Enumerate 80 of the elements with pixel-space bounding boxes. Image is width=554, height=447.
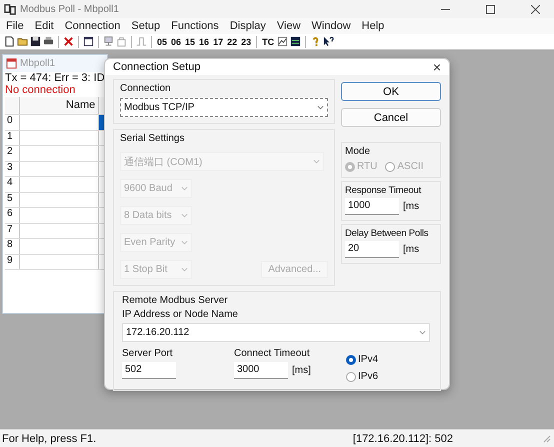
connection-dropdown[interactable]: Modbus TCP/IP bbox=[120, 98, 328, 117]
response-timeout-field[interactable]: 1000 bbox=[345, 198, 399, 215]
column-header: Name bbox=[20, 97, 100, 114]
delete-icon[interactable] bbox=[63, 36, 74, 47]
open-folder-icon[interactable] bbox=[17, 36, 28, 47]
connection-error: No connection bbox=[5, 84, 76, 96]
group-label: Response Timeout bbox=[345, 185, 422, 196]
delay-field[interactable]: 20 bbox=[345, 241, 399, 258]
row-number: 7 bbox=[5, 224, 20, 238]
function-code-button[interactable]: 23 bbox=[240, 36, 252, 46]
chevron-icon bbox=[181, 267, 188, 272]
app-icon bbox=[4, 2, 17, 16]
dialog-button[interactable]: OK bbox=[341, 82, 441, 101]
unit-label: [ms] bbox=[292, 365, 311, 376]
function-code-button[interactable]: 06 bbox=[170, 36, 182, 46]
save-icon[interactable] bbox=[30, 36, 41, 47]
dialog-title: Connection Setup bbox=[113, 61, 200, 73]
row-number: 8 bbox=[5, 239, 20, 254]
chevron-icon bbox=[181, 213, 188, 218]
group-label: Remote Modbus Server bbox=[122, 295, 229, 306]
window-title: Modbus Poll - Mbpoll1 bbox=[20, 4, 119, 14]
printer-icon[interactable] bbox=[43, 36, 54, 47]
group-label: Delay Between Polls bbox=[345, 228, 430, 239]
document-icon bbox=[6, 58, 17, 69]
connect-timeout-field[interactable]: 3000 bbox=[234, 362, 288, 379]
menu-item[interactable]: Setup bbox=[131, 20, 160, 32]
group-label: Serial Settings bbox=[120, 133, 186, 144]
close-button[interactable]: × bbox=[432, 59, 441, 75]
function-code-button[interactable]: 15 bbox=[184, 36, 196, 46]
field-label: Server Port bbox=[122, 348, 174, 359]
child-window-title: Mbpoll1 bbox=[20, 58, 56, 69]
unit-label: [ms bbox=[403, 244, 420, 255]
unit-label: [ms bbox=[403, 201, 420, 212]
chart-icon[interactable] bbox=[277, 36, 288, 47]
function-code-button[interactable]: 05 bbox=[156, 36, 168, 46]
group-label: Mode bbox=[345, 146, 372, 157]
chevron-icon bbox=[313, 159, 320, 164]
dialog-button[interactable]: Cancel bbox=[341, 108, 441, 127]
server-port-field[interactable]: 502 bbox=[122, 362, 176, 379]
menu-item[interactable]: Connection bbox=[64, 20, 120, 32]
function-code-button[interactable]: 22 bbox=[226, 36, 238, 46]
monitor-icon[interactable] bbox=[290, 36, 302, 47]
menu-item[interactable]: Edit bbox=[34, 20, 54, 32]
chevron-icon bbox=[317, 105, 324, 110]
context-help-icon[interactable] bbox=[323, 36, 334, 47]
chevron-icon bbox=[419, 330, 426, 335]
window-icon[interactable] bbox=[83, 36, 94, 47]
row-number: 4 bbox=[5, 177, 20, 192]
menu-item[interactable]: View bbox=[276, 20, 301, 32]
resize-grip-icon[interactable] bbox=[543, 434, 551, 442]
ip-version-radio[interactable]: IPv6 bbox=[346, 371, 378, 382]
menu-item[interactable]: Functions bbox=[171, 20, 219, 32]
maximize-icon[interactable] bbox=[486, 4, 495, 14]
field-label: IP Address or Node Name bbox=[122, 309, 239, 320]
row-number: 0 bbox=[5, 115, 20, 130]
row-number: 9 bbox=[5, 254, 20, 269]
group-label: Connection bbox=[120, 83, 172, 94]
menu-item[interactable]: Display bbox=[230, 20, 266, 32]
connect-icon[interactable] bbox=[103, 36, 114, 47]
ip-version-radio[interactable]: IPv4 bbox=[346, 354, 378, 365]
close-icon[interactable] bbox=[531, 4, 540, 14]
function-code-button[interactable]: 16 bbox=[198, 36, 210, 46]
function-code-button[interactable]: 17 bbox=[212, 36, 224, 46]
tc-button[interactable]: TC bbox=[261, 36, 276, 46]
new-file-icon[interactable] bbox=[4, 36, 15, 47]
field-label: Connect Timeout bbox=[234, 348, 311, 359]
menu-item[interactable]: Window bbox=[312, 20, 351, 32]
row-number: 3 bbox=[5, 162, 20, 176]
menu-item[interactable]: File bbox=[6, 20, 24, 32]
ip-address-dropdown[interactable]: 172.16.20.112 bbox=[122, 323, 430, 342]
row-number: 1 bbox=[5, 130, 20, 145]
chevron-icon bbox=[181, 240, 188, 245]
row-number: 5 bbox=[5, 192, 20, 207]
menu-item[interactable]: Help bbox=[362, 20, 384, 32]
row-number: 6 bbox=[5, 208, 20, 222]
status-text: For Help, press F1. bbox=[2, 432, 96, 444]
status-text: [172.16.20.112]: 502 bbox=[352, 432, 453, 444]
chevron-icon bbox=[181, 186, 188, 191]
traffic-stats: Tx = 474: Err = 3: ID bbox=[5, 72, 106, 84]
row-number: 2 bbox=[5, 146, 20, 160]
